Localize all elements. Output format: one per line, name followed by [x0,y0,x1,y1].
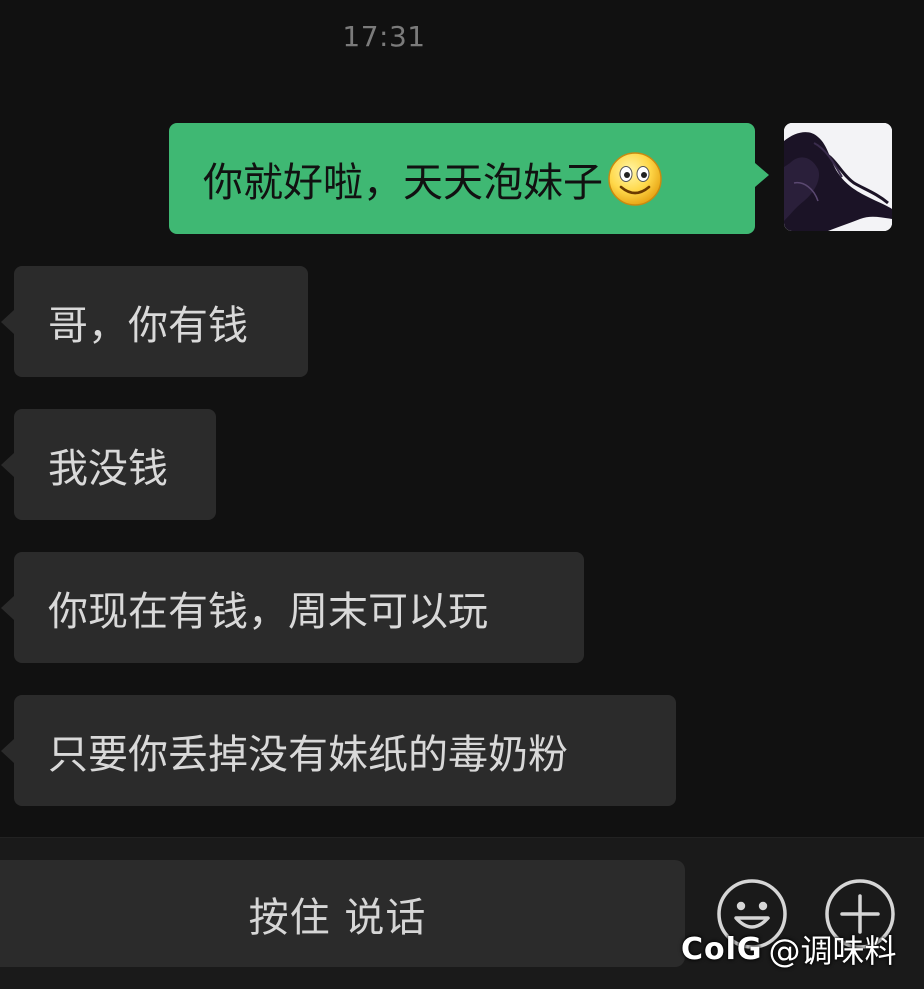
watermark-logo: ColG [681,931,763,967]
message-timestamp: 17:31 [342,20,426,53]
watermark: ColG @调味料 [681,924,897,974]
chat-screen: 17:31 你就好啦，天天泡妹子 哥，你有钱 我没钱 你现在有钱，周末可以玩 只… [0,0,924,989]
hold-to-talk-button[interactable]: 按住 说话 [0,860,685,967]
outgoing-message-bubble[interactable]: 你就好啦，天天泡妹子 [169,123,769,234]
incoming-message-text: 哥，你有钱 [48,302,248,349]
watermark-handle: @调味料 [768,932,897,970]
incoming-message-bubble[interactable]: 我没钱 [1,409,216,520]
incoming-message-text: 只要你丢掉没有妹纸的毒奶粉 [48,731,568,778]
avatar-silhouette-image [784,123,892,231]
incoming-message-text: 我没钱 [48,445,168,492]
smile-emoji-icon [608,151,662,206]
incoming-message-bubble[interactable]: 哥，你有钱 [1,266,308,377]
incoming-message-bubble[interactable]: 只要你丢掉没有妹纸的毒奶粉 [1,695,676,806]
incoming-message-bubble[interactable]: 你现在有钱，周末可以玩 [1,552,584,663]
my-avatar[interactable] [784,123,892,231]
outgoing-message-text: 你就好啦，天天泡妹子 [203,159,603,206]
incoming-message-text: 你现在有钱，周末可以玩 [48,588,488,635]
